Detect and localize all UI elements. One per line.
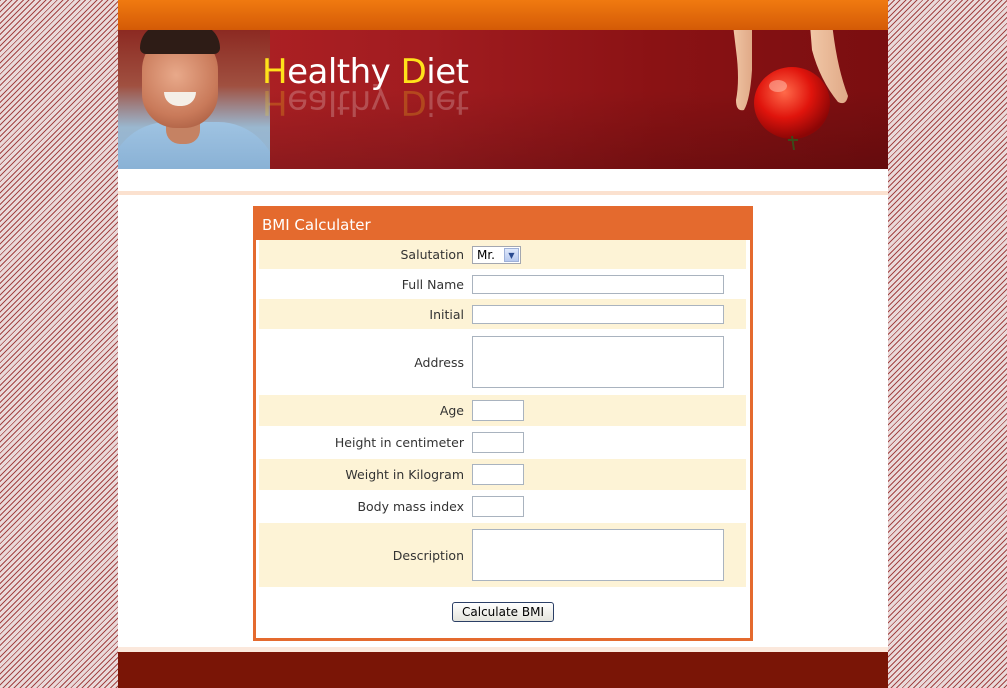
description-textarea[interactable] (472, 529, 724, 581)
age-label: Age (439, 403, 464, 418)
bmi-input[interactable] (472, 496, 524, 517)
full-name-input[interactable] (472, 275, 724, 294)
row-age: Age (259, 395, 746, 426)
header-top-strip (118, 0, 888, 30)
address-label: Address (414, 354, 464, 370)
hand-holding-tomato-image (733, 30, 848, 150)
address-textarea[interactable] (472, 336, 724, 388)
man-photo (118, 30, 270, 169)
salutation-select[interactable]: Mr. ▼ (472, 246, 521, 264)
row-weight: Weight in Kilogram (259, 459, 746, 490)
row-address: Address (259, 329, 746, 395)
row-salutation: Salutation Mr. ▼ (259, 240, 746, 269)
calculate-bmi-button[interactable]: Calculate BMI (452, 602, 554, 622)
initial-input[interactable] (472, 305, 724, 324)
row-initial: Initial (259, 299, 746, 329)
weight-label: Weight in Kilogram (345, 467, 464, 482)
bmi-form-panel: BMI Calculater Salutation Mr. ▼ Full Nam… (253, 206, 753, 641)
weight-input[interactable] (472, 464, 524, 485)
chevron-down-icon[interactable]: ▼ (504, 248, 519, 262)
footer (118, 652, 888, 688)
bmi-label: Body mass index (357, 499, 464, 514)
initial-label: Initial (429, 306, 464, 322)
row-bmi: Body mass index (259, 490, 746, 523)
height-input[interactable] (472, 432, 524, 453)
height-label: Height in centimeter (334, 435, 464, 450)
row-height: Height in centimeter (259, 426, 746, 459)
row-description: Description (259, 523, 746, 587)
age-input[interactable] (472, 400, 524, 421)
full-name-label: Full Name (401, 276, 464, 292)
form-header: BMI Calculater (256, 209, 750, 240)
description-label: Description (392, 547, 464, 563)
header-banner: Healthy Diet Healthy Diet (118, 30, 888, 169)
salutation-label: Salutation (400, 247, 465, 262)
site-logo-reflection: Healthy Diet (262, 82, 469, 122)
page: Healthy Diet Healthy Diet BMI Calculater… (118, 0, 888, 688)
form-title: BMI Calculater (262, 216, 371, 234)
row-full-name: Full Name (259, 269, 746, 299)
